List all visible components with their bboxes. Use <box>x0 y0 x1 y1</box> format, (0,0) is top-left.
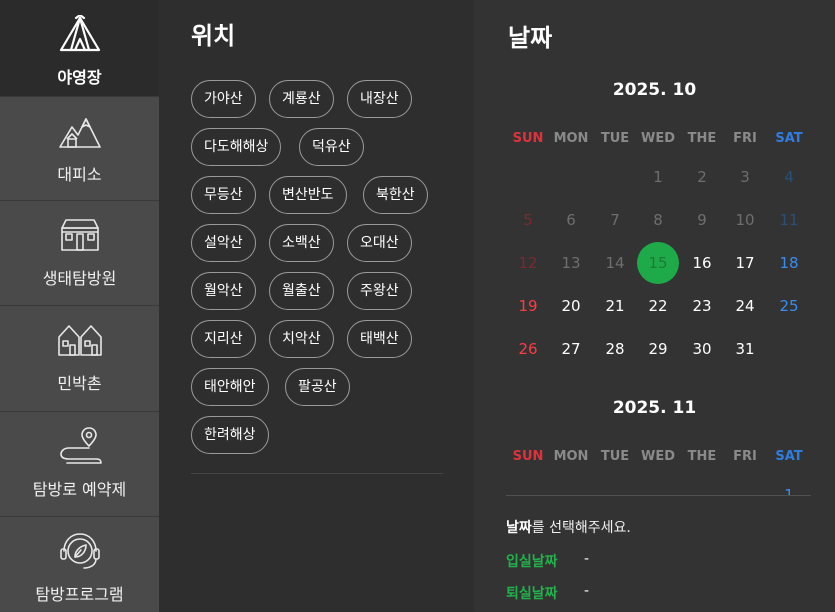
location-chip[interactable]: 월악산 <box>191 272 256 310</box>
weekday-header: TUE <box>600 449 630 464</box>
village-houses-icon <box>57 320 103 360</box>
date-title: 날짜 <box>508 24 553 52</box>
calendar-day[interactable]: 14 <box>593 242 637 284</box>
calendar-day[interactable]: 16 <box>680 242 724 284</box>
weekday-header: WED <box>640 131 675 146</box>
weekday-header: FRI <box>733 131 757 146</box>
location-chip[interactable]: 가야산 <box>191 80 256 118</box>
sidebar-item-program[interactable]: 탐방프로그램 <box>0 517 159 612</box>
calendar-day[interactable]: 9 <box>680 199 724 241</box>
weekday-header: MON <box>553 131 589 146</box>
location-chip[interactable]: 변산반도 <box>269 176 347 214</box>
date-selection-summary: 날짜를 선택해주세요. 입실날짜 - 퇴실날짜 - <box>474 495 835 612</box>
calendar-day[interactable]: 18 <box>767 242 811 284</box>
calendar-day[interactable]: 1 <box>636 156 680 198</box>
sidebar-item-label: 민박촌 <box>57 374 102 393</box>
location-chip[interactable]: 팔공산 <box>285 368 350 406</box>
calendar-day[interactable]: 20 <box>549 285 593 327</box>
location-chip[interactable]: 북한산 <box>363 176 428 214</box>
location-chip[interactable]: 치악산 <box>269 320 334 358</box>
weekday-header: SAT <box>775 131 803 146</box>
weekday-header: SUN <box>512 131 544 146</box>
calendar-day[interactable]: 10 <box>723 199 767 241</box>
checkin-value: - <box>584 551 590 567</box>
calendar-day[interactable]: 22 <box>636 285 680 327</box>
location-chip[interactable]: 태안해안 <box>191 368 269 406</box>
weekday-header: SAT <box>775 449 803 464</box>
mountain-shelter-icon <box>58 111 102 151</box>
weekday-header: THE <box>687 449 717 464</box>
month-title: 2025. 10 <box>612 80 697 100</box>
calendar-day[interactable]: 27 <box>549 328 593 370</box>
weekday-header: MON <box>553 449 589 464</box>
sidebar-item-label: 야영장 <box>57 68 102 87</box>
weekday-header: FRI <box>733 449 757 464</box>
calendar-day[interactable]: 24 <box>723 285 767 327</box>
date-prompt: 날짜를 선택해주세요. <box>506 520 631 536</box>
location-chip[interactable]: 덕유산 <box>299 128 364 166</box>
weekday-header: WED <box>640 449 675 464</box>
calendar-day[interactable]: 2 <box>680 156 724 198</box>
sidebar-item-label: 탐방로 예약제 <box>32 480 127 499</box>
month-title: 2025. 11 <box>612 398 697 418</box>
calendar-day[interactable]: 29 <box>636 328 680 370</box>
calendar-day[interactable]: 28 <box>593 328 637 370</box>
calendar-day[interactable]: 31 <box>723 328 767 370</box>
location-chip[interactable]: 소백산 <box>269 224 334 262</box>
location-chip[interactable]: 무등산 <box>191 176 256 214</box>
calendar-day[interactable]: 30 <box>680 328 724 370</box>
calendar-day[interactable]: 25 <box>767 285 811 327</box>
calendar-day[interactable]: 19 <box>506 285 550 327</box>
calendar-day[interactable]: 17 <box>723 242 767 284</box>
divider <box>191 473 443 474</box>
calendar-day[interactable]: 23 <box>680 285 724 327</box>
location-chip[interactable]: 설악산 <box>191 224 256 262</box>
calendar-day[interactable]: 15 <box>636 242 680 284</box>
eco-center-icon <box>58 215 102 255</box>
location-chip[interactable]: 오대산 <box>347 224 412 262</box>
weekday-header: THE <box>687 131 717 146</box>
calendar-day[interactable]: 21 <box>593 285 637 327</box>
calendar-day[interactable]: 5 <box>506 199 550 241</box>
guide-headset-icon <box>58 531 102 571</box>
sidebar-item-label: 탐방프로그램 <box>35 585 124 604</box>
calendar-day[interactable]: 8 <box>636 199 680 241</box>
sidebar-item-shelter[interactable]: 대피소 <box>0 97 159 201</box>
checkout-value: - <box>584 583 590 599</box>
sidebar-item-eco-center[interactable]: 생태탐방원 <box>0 201 159 306</box>
location-chip[interactable]: 계룡산 <box>269 80 334 118</box>
location-chip[interactable]: 태백산 <box>347 320 412 358</box>
calendar-day[interactable]: 13 <box>549 242 593 284</box>
location-panel: 위치 가야산 계룡산 내장산다도해해상 덕유산무등산 변산반도 북한산설악산 소백산 오대산월… <box>159 0 474 612</box>
sidebar-item-trail-reservation[interactable]: 탐방로 예약제 <box>0 412 159 517</box>
calendar-day[interactable]: 12 <box>506 242 550 284</box>
sidebar: 야영장 대피소 생태탐방원 민박촌 탐방로 예약제 탐방프로그램 <box>0 0 159 612</box>
calendar-day[interactable]: 11 <box>767 199 811 241</box>
sidebar-item-label: 생태탐방원 <box>42 269 117 288</box>
divider <box>506 495 811 496</box>
location-chip[interactable]: 다도해해상 <box>191 128 282 166</box>
calendar-day[interactable]: 26 <box>506 328 550 370</box>
checkout-label: 퇴실날짜 <box>506 586 558 602</box>
sidebar-item-village[interactable]: 민박촌 <box>0 306 159 412</box>
calendar-day[interactable]: 7 <box>593 199 637 241</box>
sidebar-item-campground[interactable]: 야영장 <box>0 0 159 97</box>
location-chip[interactable]: 한려해상 <box>191 416 269 454</box>
checkin-label: 입실날짜 <box>506 554 558 570</box>
tent-icon <box>58 14 102 54</box>
location-title: 위치 <box>191 22 236 50</box>
calendar-day[interactable]: 6 <box>549 199 593 241</box>
location-chip[interactable]: 내장산 <box>347 80 412 118</box>
location-chip[interactable]: 주왕산 <box>347 272 412 310</box>
location-chip[interactable]: 지리산 <box>191 320 256 358</box>
weekday-header: TUE <box>600 131 630 146</box>
sidebar-item-label: 대피소 <box>57 165 102 184</box>
trail-pin-icon <box>57 426 103 466</box>
date-panel: 날짜 2025. 10 SUN MON TUE WED THE FRI SAT 1 2 3 4 5 6 7 8… <box>474 0 835 612</box>
calendar-day[interactable]: 4 <box>767 156 811 198</box>
location-chip[interactable]: 월출산 <box>269 272 334 310</box>
weekday-header: SUN <box>512 449 544 464</box>
calendar-day[interactable]: 3 <box>723 156 767 198</box>
